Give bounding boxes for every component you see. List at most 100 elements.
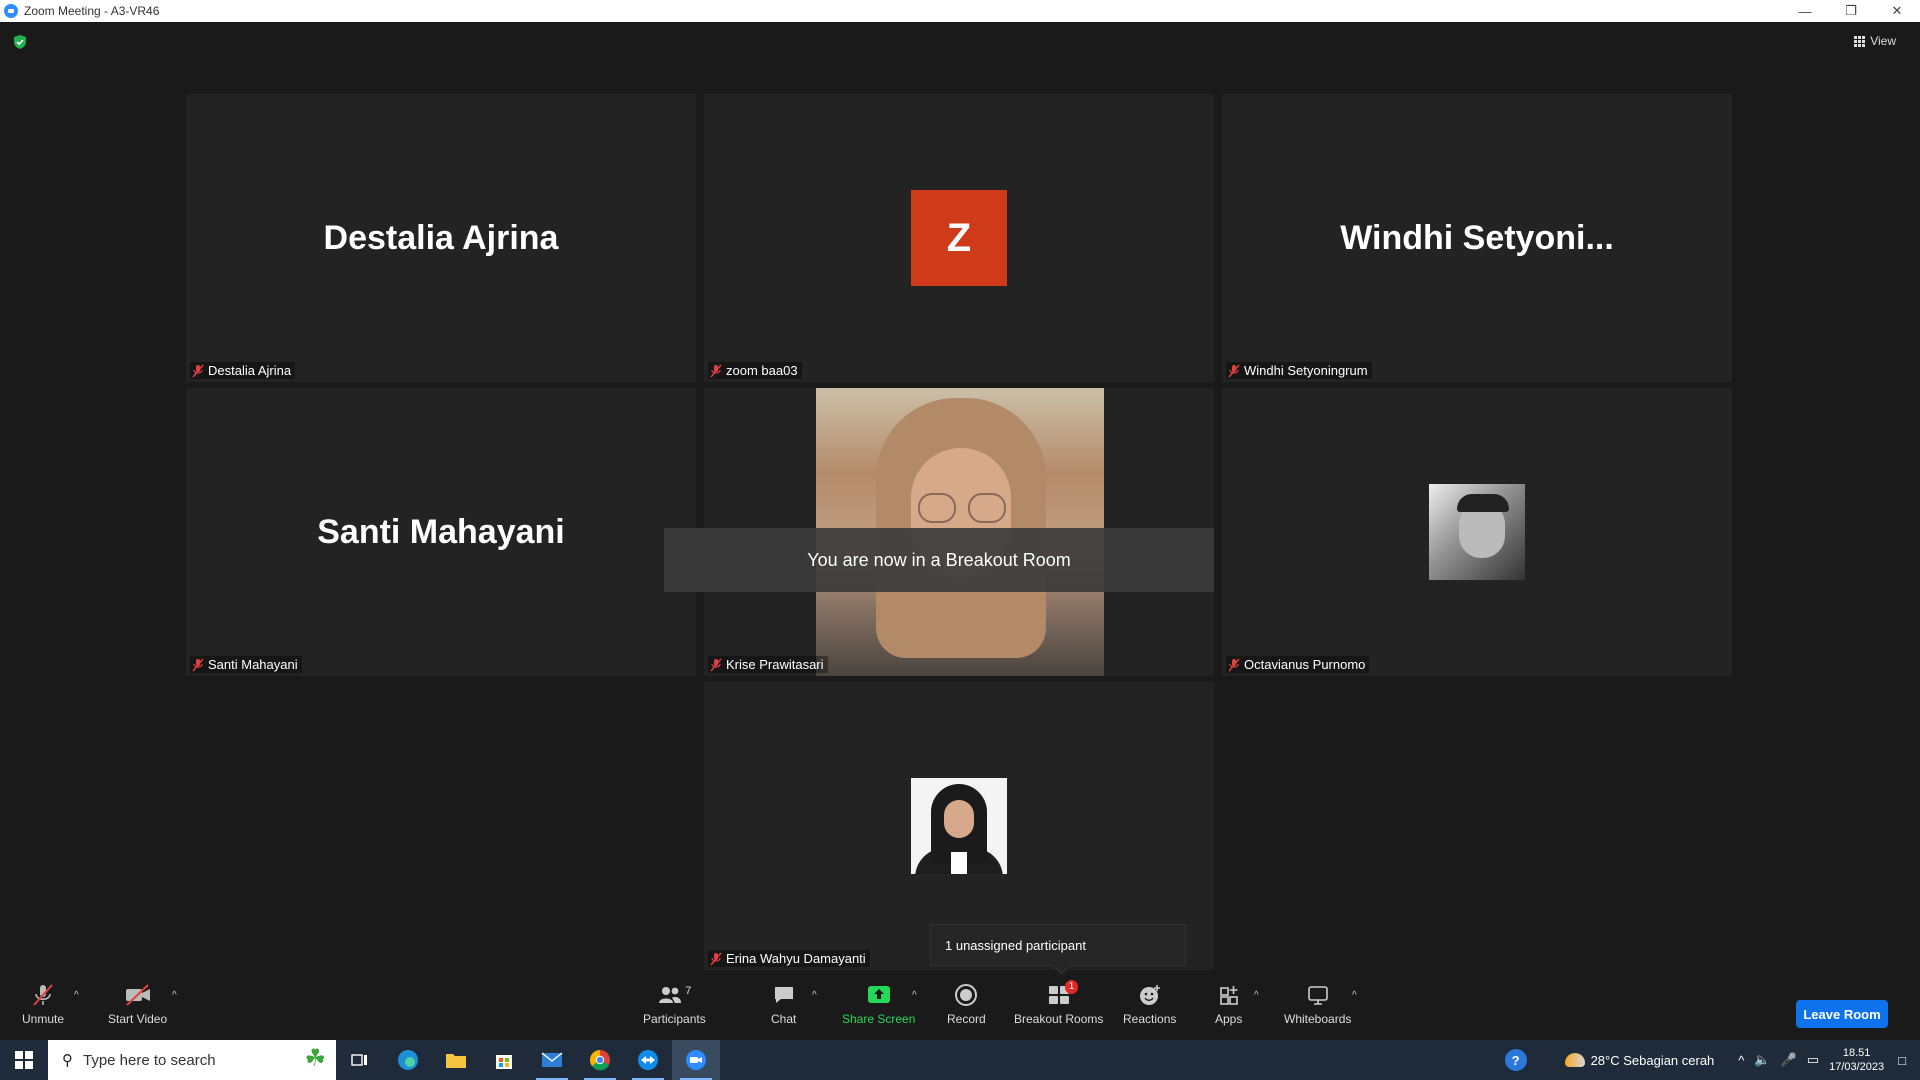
participant-big-name: Santi Mahayani [317,512,565,551]
participant-big-name: Windhi Setyoni... [1340,218,1614,257]
minimize-button[interactable]: — [1782,0,1828,22]
profile-picture [911,778,1007,874]
start-video-button[interactable]: Start Video [108,982,167,1026]
unmute-button[interactable]: Unmute [22,982,64,1026]
chrome-icon[interactable] [576,1040,624,1080]
reactions-label: Reactions [1123,1012,1177,1026]
video-tile[interactable]: Destalia Ajrina Destalia Ajrina [186,94,696,382]
shield-check-icon[interactable] [12,34,28,50]
view-button[interactable]: View [1854,34,1896,48]
microphone-icon[interactable]: 🎤 [1781,1052,1797,1068]
participant-name: Santi Mahayani [208,657,298,672]
zoom-app-icon[interactable] [672,1040,720,1080]
video-off-icon [125,984,150,1006]
participant-name: zoom baa03 [726,363,798,378]
system-tray: ? 28°C Sebagian cerah ^ 🔈 🎤 ▭ 18.51 17/0… [1504,1040,1920,1080]
grid-icon [1854,35,1866,47]
audio-options-caret[interactable]: ^ [74,990,79,1001]
video-options-caret[interactable]: ^ [172,990,177,1001]
store-icon[interactable] [480,1040,528,1080]
unmute-label: Unmute [22,1012,65,1026]
participant-name: Erina Wahyu Damayanti [726,951,866,966]
window-controls: — ❐ ✕ [1782,0,1920,22]
participant-label: Windhi Setyoningrum [1226,362,1372,379]
edge-icon[interactable] [384,1040,432,1080]
apps-icon [1219,986,1238,1005]
whiteboards-button[interactable]: Whiteboards [1284,982,1351,1026]
video-tile[interactable]: Octavianus Purnomo [1222,388,1732,676]
participant-label: Octavianus Purnomo [1226,656,1370,673]
profile-picture [1429,484,1525,580]
participant-big-name: Destalia Ajrina [323,218,559,257]
clock[interactable]: 18.51 17/03/2023 [1829,1046,1884,1074]
teamviewer-icon[interactable] [624,1040,672,1080]
start-video-label: Start Video [108,1012,168,1026]
start-button[interactable] [0,1040,48,1080]
window-title: Zoom Meeting - A3-VR46 [24,4,160,18]
participant-label: zoom baa03 [708,362,802,379]
breakout-badge: 1 [1064,980,1079,994]
mic-muted-icon [192,658,204,671]
mic-muted-icon [192,364,204,377]
record-button[interactable]: Record [947,982,986,1026]
meeting-toolbar: Unmute ^ Start Video ^ 7 Participants Ch… [0,976,1920,1040]
participant-name: Krise Prawitasari [726,657,824,672]
unassigned-tooltip: 1 unassigned participant [930,924,1186,966]
task-view-icon[interactable] [336,1040,384,1080]
share-screen-button[interactable]: Share Screen [842,982,915,1026]
video-tile[interactable]: Windhi Setyoni... Windhi Setyoningrum [1222,94,1732,382]
participant-name: Destalia Ajrina [208,363,292,378]
share-screen-icon [867,986,890,1003]
file-explorer-icon[interactable] [432,1040,480,1080]
view-label: View [1870,34,1896,48]
notifications-icon[interactable]: □ [1898,1053,1906,1068]
network-icon[interactable]: ▭ [1807,1052,1819,1068]
participant-label: Destalia Ajrina [190,362,296,379]
participant-name: Octavianus Purnomo [1244,657,1366,672]
record-icon [955,984,978,1006]
speaker-icon[interactable]: 🔈 [1754,1052,1770,1068]
record-label: Record [947,1012,986,1026]
mic-muted-icon [1228,658,1240,671]
chat-icon [774,987,793,1003]
shamrock-icon: ☘ [304,1045,326,1072]
windows-logo-icon [15,1051,33,1069]
share-options-caret[interactable]: ^ [912,990,917,1001]
participant-label: Krise Prawitasari [708,656,828,673]
show-hidden-icons[interactable]: ^ [1738,1053,1744,1068]
reactions-button[interactable]: Reactions [1123,982,1176,1026]
close-button[interactable]: ✕ [1874,0,1920,22]
video-tile[interactable]: Santi Mahayani Santi Mahayani [186,388,696,676]
search-placeholder: Type here to search [83,1051,216,1069]
chat-button[interactable]: Chat [771,982,796,1026]
apps-button[interactable]: Apps [1215,982,1242,1026]
mail-icon[interactable] [528,1040,576,1080]
mic-muted-icon [710,658,722,671]
taskbar-search[interactable]: ⚲ Type here to search ☘ [48,1040,336,1080]
title-bar: Zoom Meeting - A3-VR46 — ❐ ✕ [0,0,1920,22]
breakout-rooms-label: Breakout Rooms [1014,1012,1104,1026]
restore-button[interactable]: ❐ [1828,0,1874,22]
clock-time: 18.51 [1842,1047,1871,1059]
participant-name: Windhi Setyoningrum [1244,363,1368,378]
apps-options-caret[interactable]: ^ [1254,990,1259,1001]
video-tile[interactable]: Z zoom baa03 [704,94,1214,382]
mic-muted-icon [1228,364,1240,377]
share-screen-label: Share Screen [842,1012,916,1026]
participants-icon [659,987,682,1003]
search-icon: ⚲ [62,1052,73,1069]
leave-room-button[interactable]: Leave Room [1796,1000,1888,1028]
avatar: Z [911,190,1007,286]
participants-label: Participants [643,1012,706,1026]
chat-options-caret[interactable]: ^ [812,990,817,1001]
help-icon[interactable]: ? [1504,1049,1527,1071]
participants-button[interactable]: 7 Participants [643,982,706,1026]
mic-muted-icon [710,952,722,965]
chat-label: Chat [771,1012,797,1026]
mic-muted-icon [710,364,722,377]
weather-icon [1564,1053,1585,1067]
weather-text[interactable]: 28°C Sebagian cerah [1591,1053,1715,1068]
whiteboard-options-caret[interactable]: ^ [1352,990,1357,1001]
breakout-rooms-button[interactable]: 1 Breakout Rooms [1014,980,1104,1026]
windows-taskbar: ⚲ Type here to search ☘ ? 28°C Sebagian … [0,1040,1920,1080]
